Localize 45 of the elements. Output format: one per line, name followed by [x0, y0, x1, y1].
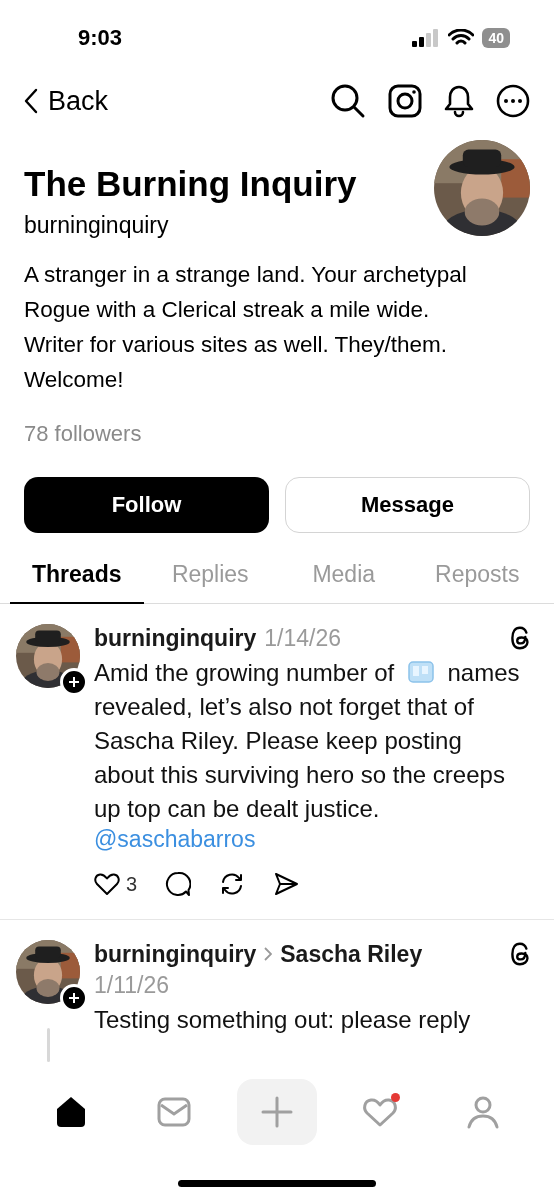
post-author[interactable]: burninginquiry [94, 940, 257, 968]
like-button[interactable] [94, 872, 120, 896]
plus-icon [261, 1096, 293, 1128]
reply-target[interactable]: Sascha Riley [280, 940, 423, 968]
notification-dot [390, 1093, 400, 1102]
share-button[interactable] [273, 872, 300, 896]
profile-bio: A stranger in a strange land. Your archetypal Rogue with a Clerical streak a mile wide. Writer for various sites as well. They/them. Welcome! [23, 261, 468, 394]
more-button[interactable] [496, 84, 530, 118]
post-text: Testing something out: please reply [94, 1005, 472, 1035]
person-icon [465, 1095, 500, 1129]
profile-tab[interactable]: Threads [10, 551, 144, 604]
signal-icon [412, 29, 441, 47]
post-date: 1/11/26 [94, 972, 171, 999]
camera-icon [388, 84, 422, 118]
more-icon [496, 84, 530, 118]
reply-button[interactable] [165, 871, 192, 897]
post[interactable]: burninginquiry Sascha Riley 1/11/26 Testing something out: please reply [0, 920, 554, 1062]
ice-cube-icon [406, 659, 435, 685]
search-icon [330, 83, 366, 119]
message-button[interactable]: Message [285, 477, 530, 533]
status-time: 9:03 [78, 25, 123, 51]
profile-handle: burninginquiry [24, 212, 170, 239]
heart-icon [361, 1096, 398, 1128]
like-count: 3 [126, 872, 138, 896]
chevron-left-icon [24, 88, 38, 114]
heart-icon [94, 872, 120, 896]
follow-button[interactable]: Follow [24, 477, 269, 533]
mail-icon [157, 1097, 192, 1127]
chevron-right-icon [264, 947, 273, 961]
wifi-icon [448, 29, 475, 47]
post-text: Amid the growing number of names revealed, let’s also not forget that of Sascha Riley. Please keep posting about this surviving hero so the creeps up top can be dealt justice. [94, 658, 521, 824]
comment-icon [165, 871, 192, 897]
search-button[interactable] [330, 83, 366, 119]
post-date: 1/14/26 [264, 624, 341, 652]
thread-line [46, 1028, 50, 1062]
plus-icon [68, 676, 80, 688]
battery-level: 40 [482, 28, 510, 48]
notifications-button[interactable] [444, 84, 474, 118]
send-icon [273, 872, 300, 896]
post-author[interactable]: burninginquiry [94, 624, 257, 652]
back-button[interactable]: Back [24, 85, 109, 117]
profile-name: The Burning Inquiry [24, 164, 357, 204]
plus-icon [68, 992, 80, 1004]
instagram-button[interactable] [388, 84, 422, 118]
bell-icon [444, 84, 474, 118]
